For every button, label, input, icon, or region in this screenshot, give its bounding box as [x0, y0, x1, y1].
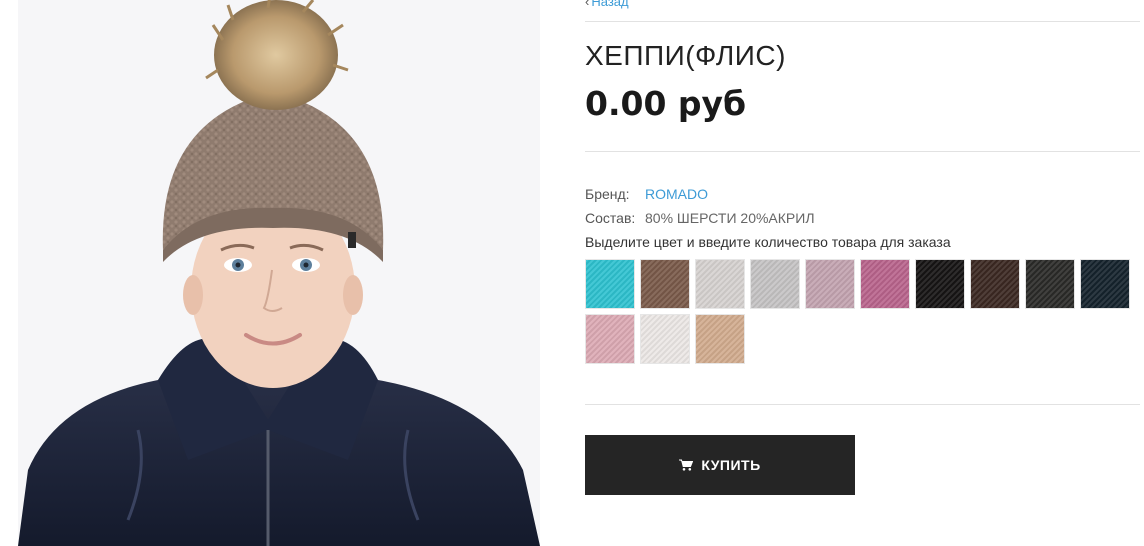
chevron-left-icon: ‹ — [585, 0, 590, 9]
product-title: ХЕППИ(ФЛИС) — [585, 40, 786, 71]
color-swatch[interactable] — [970, 259, 1020, 309]
product-image — [18, 0, 540, 546]
back-link-label: Назад — [591, 0, 629, 9]
color-swatch[interactable] — [640, 259, 690, 309]
color-swatch[interactable] — [915, 259, 965, 309]
color-swatch[interactable] — [585, 314, 635, 364]
back-link[interactable]: ‹ Назад — [585, 0, 629, 9]
brand-link[interactable]: ROMADO — [645, 186, 708, 202]
buy-button-label: КУПИТЬ — [701, 457, 761, 473]
color-swatch[interactable] — [695, 259, 745, 309]
color-swatch[interactable] — [860, 259, 910, 309]
composition-label: Состав: — [585, 210, 636, 226]
divider — [585, 151, 1140, 152]
composition-value: 80% ШЕРСТИ 20%АКРИЛ — [645, 210, 815, 226]
color-swatch[interactable] — [585, 259, 635, 309]
color-swatch[interactable] — [640, 314, 690, 364]
color-swatch[interactable] — [1025, 259, 1075, 309]
color-swatch[interactable] — [1080, 259, 1130, 309]
color-swatch[interactable] — [695, 314, 745, 364]
product-photo — [18, 0, 540, 546]
color-swatches — [585, 259, 1144, 364]
color-hint: Выделите цвет и введите количество товар… — [585, 234, 951, 250]
color-swatch[interactable] — [805, 259, 855, 309]
product-price: 0.00 руб — [585, 84, 747, 123]
composition-row: Состав: 80% ШЕРСТИ 20%АКРИЛ — [585, 210, 815, 226]
cart-icon — [679, 459, 694, 471]
divider — [585, 404, 1140, 405]
brand-row: Бренд: ROMADO — [585, 186, 708, 202]
product-info: ‹ Назад ХЕППИ(ФЛИС) 0.00 руб Бренд: ROMADO… — [585, 0, 1140, 546]
brand-label: Бренд: — [585, 186, 630, 202]
buy-button[interactable]: КУПИТЬ — [585, 435, 855, 495]
color-swatch[interactable] — [750, 259, 800, 309]
divider — [585, 21, 1140, 22]
